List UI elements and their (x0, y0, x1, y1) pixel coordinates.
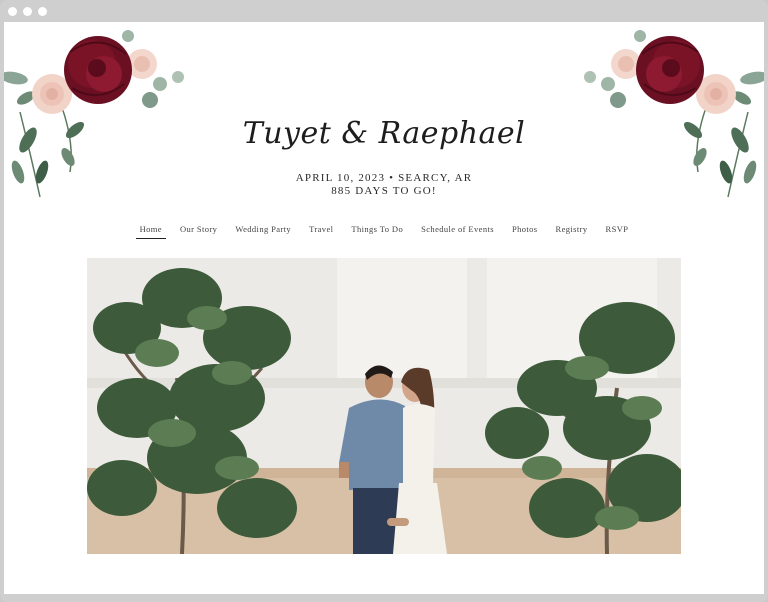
wedding-date-location: APRIL 10, 2023 • SEARCY, AR (295, 172, 473, 184)
nav-item-wedding-party[interactable]: Wedding Party (226, 224, 300, 239)
window-titlebar (0, 0, 768, 22)
main-navigation: Home Our Story Wedding Party Travel Thin… (4, 224, 764, 239)
nav-item-things-to-do[interactable]: Things To Do (342, 224, 412, 239)
browser-window: Tuyet & Raephael APRIL 10, 2023 • SEARCY… (0, 0, 768, 602)
nav-item-home[interactable]: Home (131, 224, 171, 239)
nav-item-photos[interactable]: Photos (503, 224, 547, 239)
window-maximize-dot[interactable] (38, 7, 47, 16)
window-close-dot[interactable] (8, 7, 17, 16)
couple-names-title: Tuyet & Raephael (242, 116, 526, 151)
window-minimize-dot[interactable] (23, 7, 32, 16)
nav-item-travel[interactable]: Travel (300, 224, 342, 239)
wedding-website-page: Tuyet & Raephael APRIL 10, 2023 • SEARCY… (4, 22, 764, 594)
couple-photo-illustration (87, 258, 681, 554)
nav-item-schedule-of-events[interactable]: Schedule of Events (412, 224, 503, 239)
nav-item-rsvp[interactable]: RSVP (597, 224, 638, 239)
hero-couple-photo (87, 258, 681, 554)
countdown-text: 885 DAYS TO GO! (331, 185, 437, 197)
nav-item-our-story[interactable]: Our Story (171, 224, 226, 239)
nav-item-registry[interactable]: Registry (547, 224, 597, 239)
